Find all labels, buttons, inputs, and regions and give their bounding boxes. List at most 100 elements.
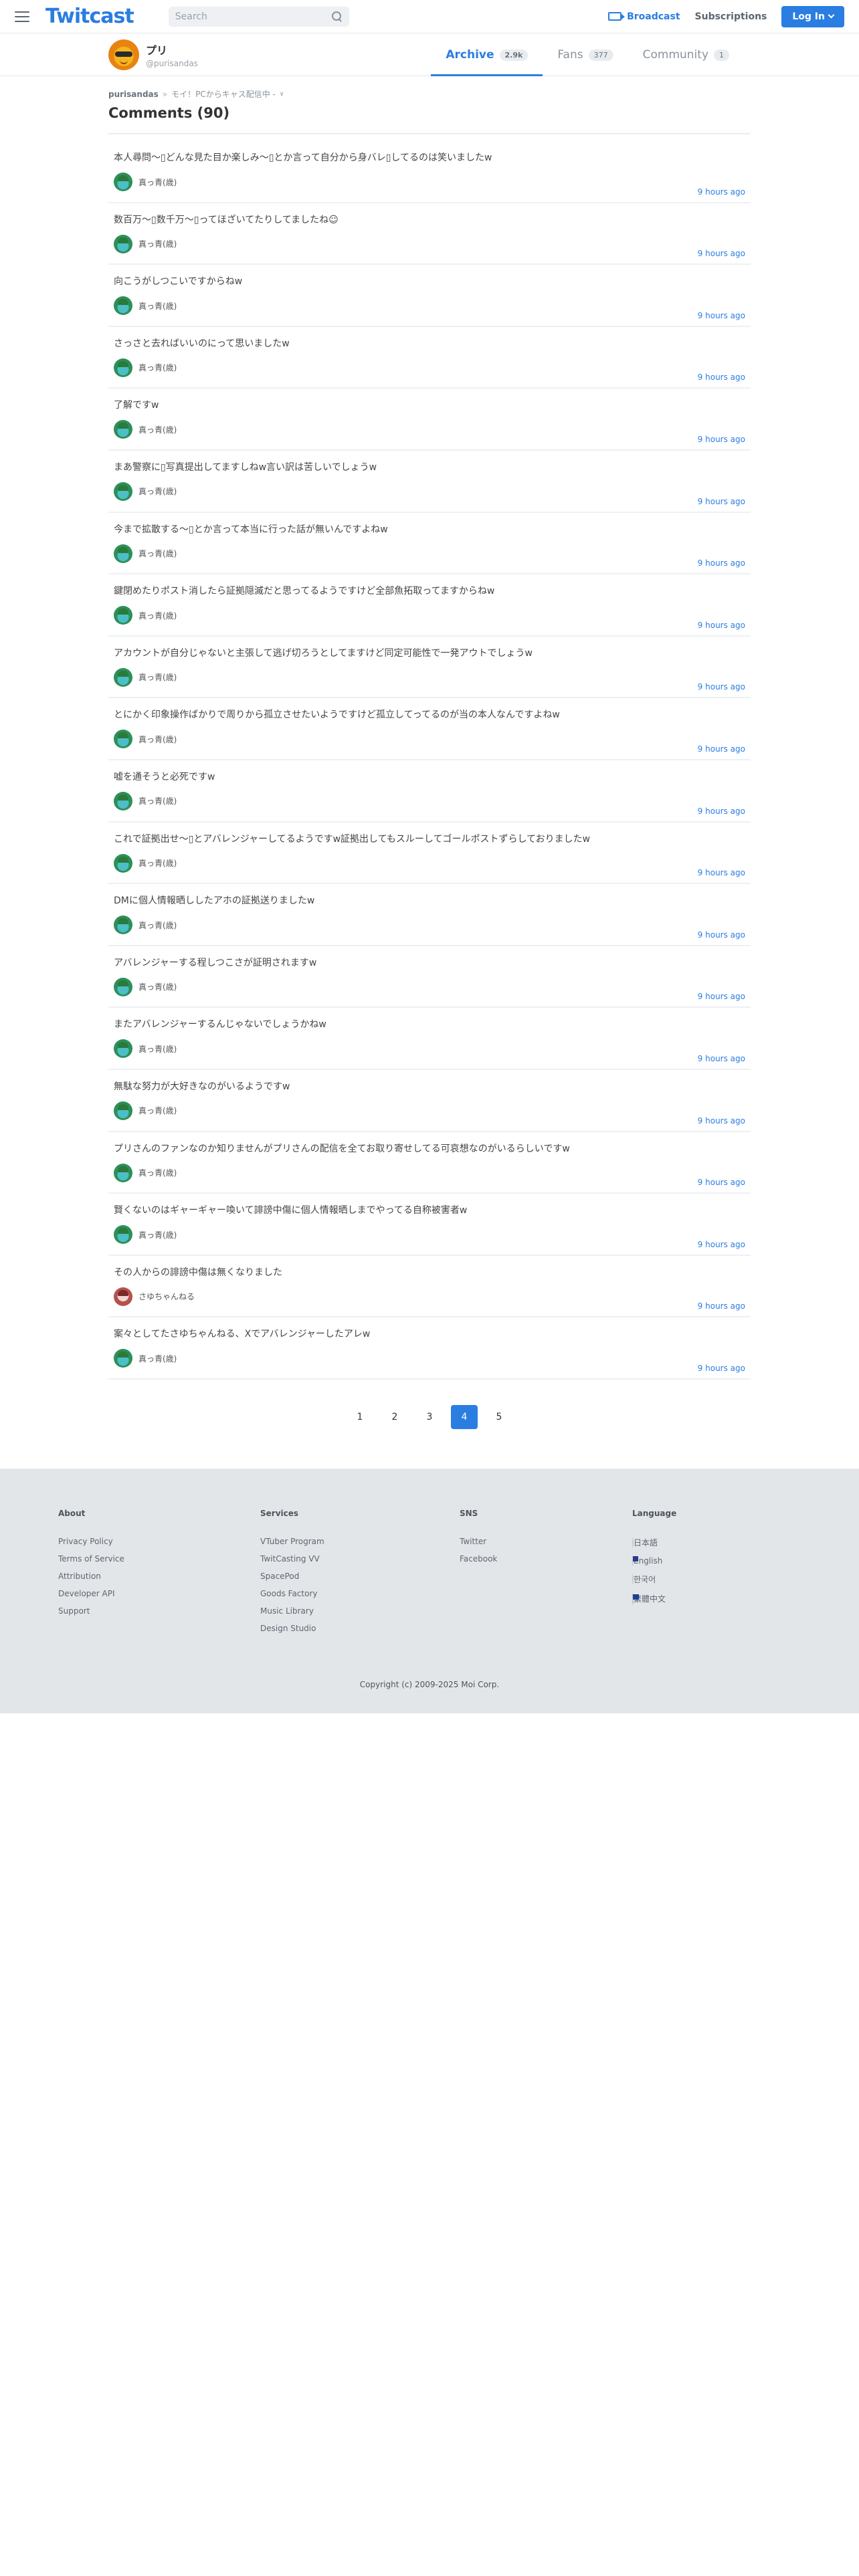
comment-username[interactable]: 真っ青(歳) bbox=[138, 1353, 177, 1364]
footer-link[interactable]: 日本語 bbox=[632, 1537, 676, 1548]
breadcrumb-user[interactable]: purisandas bbox=[108, 90, 159, 99]
comment-item: その人からの誹謗中傷は無くなりました さゆちゃんねる 9 hours ago bbox=[108, 1256, 751, 1318]
tab-fans[interactable]: Fans 377 bbox=[543, 33, 628, 76]
comment-username[interactable]: 真っ青(歳) bbox=[138, 920, 177, 931]
comment-timestamp[interactable]: 9 hours ago bbox=[698, 1116, 745, 1125]
comment-username[interactable]: 真っ青(歳) bbox=[138, 548, 177, 559]
avatar[interactable] bbox=[114, 791, 132, 811]
comment-timestamp[interactable]: 9 hours ago bbox=[698, 1178, 745, 1187]
login-button[interactable]: Log In bbox=[781, 5, 844, 27]
footer-link[interactable]: English bbox=[632, 1555, 676, 1566]
comment-timestamp[interactable]: 9 hours ago bbox=[698, 1301, 745, 1311]
page-link-5[interactable]: 5 bbox=[486, 1405, 512, 1429]
comment-username[interactable]: 真っ青(歳) bbox=[138, 177, 177, 188]
chevron-down-icon[interactable]: ∨ bbox=[280, 91, 284, 98]
tab-community[interactable]: Community 1 bbox=[628, 33, 744, 76]
breadcrumb-live[interactable]: モイ！PCからキャス配信中 - bbox=[171, 88, 276, 100]
footer-link[interactable]: Design Studio bbox=[260, 1624, 460, 1633]
comment-username[interactable]: 真っ青(歳) bbox=[138, 981, 177, 992]
avatar[interactable] bbox=[114, 606, 132, 625]
avatar[interactable] bbox=[114, 1101, 132, 1120]
comment-username[interactable]: さゆちゃんねる bbox=[138, 1291, 195, 1302]
comment-username[interactable]: 真っ青(歳) bbox=[138, 734, 177, 745]
search-box[interactable] bbox=[168, 6, 349, 27]
avatar[interactable] bbox=[114, 853, 132, 873]
comment-username[interactable]: 真っ青(歳) bbox=[138, 486, 177, 497]
footer-link[interactable]: VTuber Program bbox=[260, 1537, 460, 1546]
avatar[interactable] bbox=[114, 234, 132, 253]
avatar[interactable] bbox=[114, 730, 132, 749]
tab-archive[interactable]: Archive 2.9k bbox=[431, 33, 543, 76]
footer-link[interactable]: Goods Factory bbox=[260, 1589, 460, 1598]
comment-timestamp[interactable]: 9 hours ago bbox=[698, 1240, 745, 1249]
comment-username[interactable]: 真っ青(歳) bbox=[138, 795, 177, 807]
avatar[interactable] bbox=[114, 1287, 132, 1306]
comment-username[interactable]: 真っ青(歳) bbox=[138, 1105, 177, 1116]
comment-timestamp[interactable]: 9 hours ago bbox=[698, 311, 745, 320]
footer-link[interactable]: Privacy Policy bbox=[58, 1537, 260, 1546]
avatar[interactable] bbox=[114, 667, 132, 687]
footer-link[interactable]: Music Library bbox=[260, 1606, 460, 1616]
broadcast-link[interactable]: Broadcast bbox=[608, 11, 680, 22]
profile-name[interactable]: プリ bbox=[146, 41, 198, 58]
comment-username[interactable]: 真っ青(歳) bbox=[138, 1043, 177, 1055]
comment-username[interactable]: 真っ青(歳) bbox=[138, 671, 177, 683]
comment-username[interactable]: 真っ青(歳) bbox=[138, 362, 177, 373]
avatar[interactable] bbox=[114, 481, 132, 501]
comment-username[interactable]: 真っ青(歳) bbox=[138, 238, 177, 249]
comment-timestamp[interactable]: 9 hours ago bbox=[698, 372, 745, 382]
page-link-2[interactable]: 2 bbox=[381, 1405, 408, 1429]
avatar[interactable] bbox=[114, 1225, 132, 1245]
avatar[interactable] bbox=[114, 1163, 132, 1182]
footer-link[interactable]: Terms of Service bbox=[58, 1554, 260, 1564]
comment-username[interactable]: 真っ青(歳) bbox=[138, 610, 177, 621]
footer-link[interactable]: 한국어 bbox=[632, 1574, 676, 1585]
comment-timestamp[interactable]: 9 hours ago bbox=[698, 1364, 745, 1373]
subscriptions-link[interactable]: Subscriptions bbox=[695, 11, 767, 22]
footer-link[interactable]: Twitter bbox=[460, 1537, 632, 1546]
comment-author: 真っ青(歳) bbox=[114, 1349, 745, 1368]
footer-link[interactable]: 繁體中文 bbox=[632, 1593, 676, 1604]
menu-icon[interactable] bbox=[15, 11, 29, 22]
page-link-4[interactable]: 4 bbox=[451, 1404, 478, 1429]
search-icon[interactable] bbox=[331, 11, 343, 22]
comment-timestamp[interactable]: 9 hours ago bbox=[698, 930, 745, 940]
footer-link[interactable]: Developer API bbox=[58, 1589, 260, 1598]
comment-timestamp[interactable]: 9 hours ago bbox=[698, 435, 745, 444]
comment-username[interactable]: 真っ青(歳) bbox=[138, 1167, 177, 1178]
comment-username[interactable]: 真っ青(歳) bbox=[138, 424, 177, 435]
search-input[interactable] bbox=[175, 11, 332, 22]
avatar[interactable] bbox=[114, 358, 132, 377]
comment-timestamp[interactable]: 9 hours ago bbox=[698, 187, 745, 197]
comment-timestamp[interactable]: 9 hours ago bbox=[698, 621, 745, 630]
avatar[interactable] bbox=[114, 916, 132, 935]
footer-link[interactable]: TwitCasting VV bbox=[260, 1554, 460, 1564]
avatar[interactable] bbox=[114, 173, 132, 191]
avatar[interactable] bbox=[114, 296, 132, 316]
avatar[interactable] bbox=[114, 1039, 132, 1059]
comment-timestamp[interactable]: 9 hours ago bbox=[698, 992, 745, 1001]
comment-timestamp[interactable]: 9 hours ago bbox=[698, 497, 745, 506]
comment-timestamp[interactable]: 9 hours ago bbox=[698, 868, 745, 877]
avatar[interactable] bbox=[114, 544, 132, 563]
page-link-3[interactable]: 3 bbox=[416, 1405, 443, 1429]
comment-username[interactable]: 真っ青(歳) bbox=[138, 857, 177, 869]
comment-timestamp[interactable]: 9 hours ago bbox=[698, 807, 745, 816]
profile-avatar[interactable] bbox=[108, 39, 139, 70]
footer-link[interactable]: Support bbox=[58, 1606, 260, 1616]
footer-link[interactable]: Attribution bbox=[58, 1572, 260, 1581]
avatar[interactable] bbox=[114, 1349, 132, 1368]
comment-timestamp[interactable]: 9 hours ago bbox=[698, 744, 745, 754]
comment-username[interactable]: 真っ青(歳) bbox=[138, 1229, 177, 1241]
avatar[interactable] bbox=[114, 977, 132, 996]
footer-link[interactable]: Facebook bbox=[460, 1554, 632, 1564]
comment-timestamp[interactable]: 9 hours ago bbox=[698, 249, 745, 258]
footer-link[interactable]: SpacePod bbox=[260, 1572, 460, 1581]
avatar[interactable] bbox=[114, 420, 132, 439]
comment-username[interactable]: 真っ青(歳) bbox=[138, 300, 177, 312]
comment-timestamp[interactable]: 9 hours ago bbox=[698, 1054, 745, 1063]
comment-timestamp[interactable]: 9 hours ago bbox=[698, 682, 745, 691]
site-logo[interactable]: Twitcast bbox=[45, 5, 134, 28]
comment-timestamp[interactable]: 9 hours ago bbox=[698, 558, 745, 568]
page-link-1[interactable]: 1 bbox=[347, 1405, 373, 1429]
